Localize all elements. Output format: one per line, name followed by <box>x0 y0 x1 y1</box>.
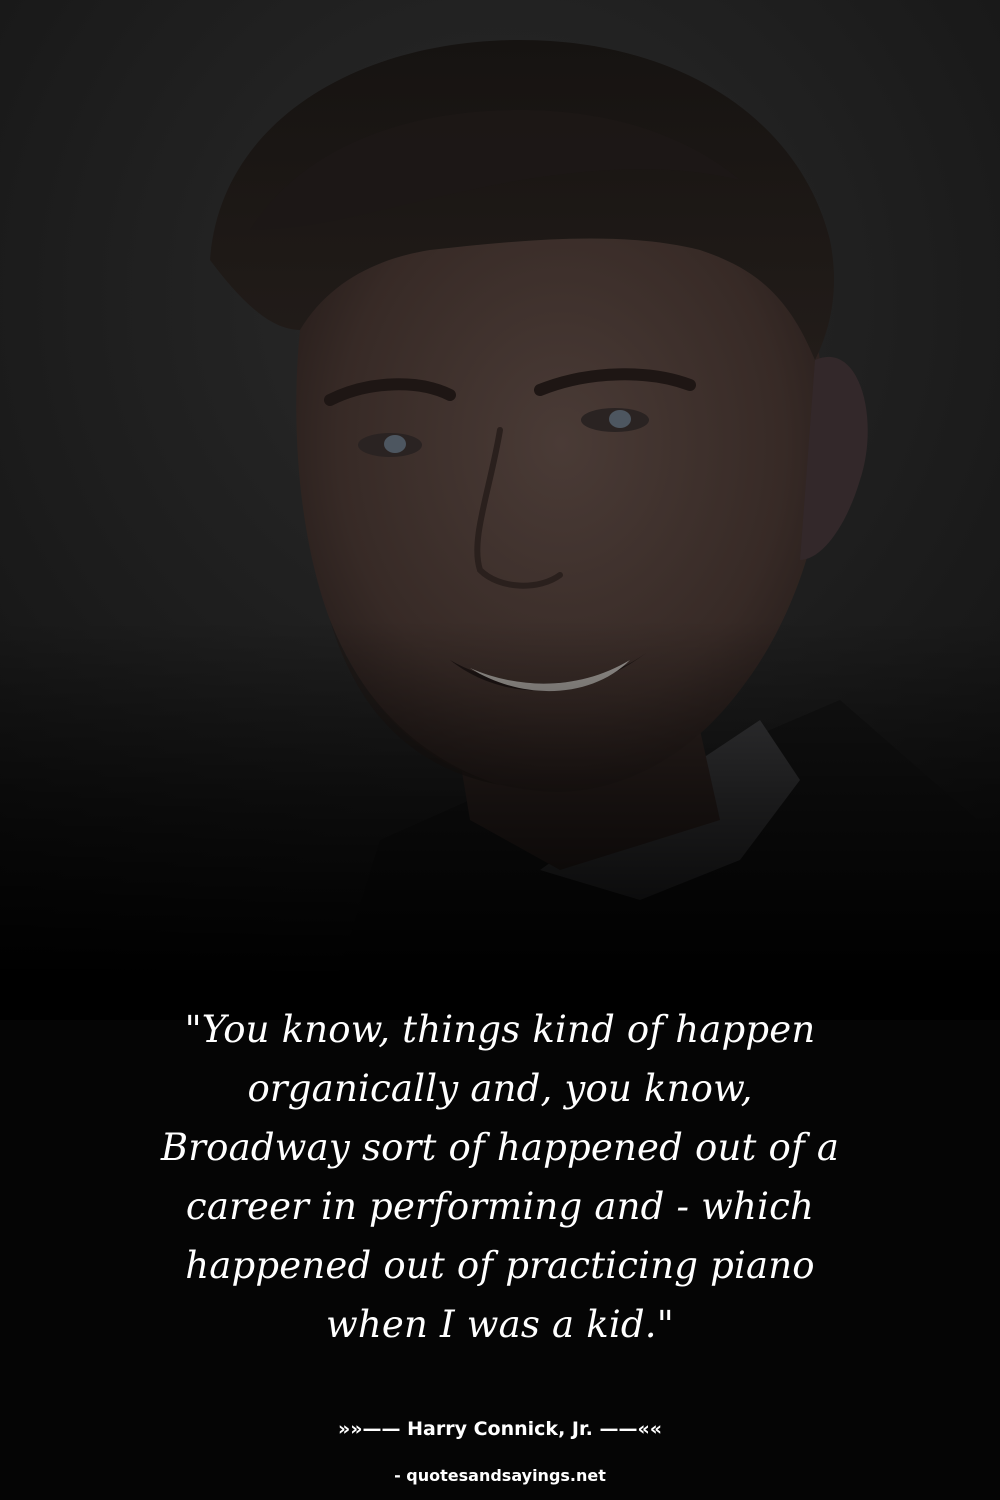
quote-line: organically and, you know, <box>247 1067 753 1110</box>
quote-poster: "You know, things kind of happen organic… <box>0 0 1000 1500</box>
quote-line: career in performing and - which <box>185 1185 815 1228</box>
quote-text: "You know, things kind of happen organic… <box>60 1000 940 1354</box>
fade-overlay <box>0 620 1000 1020</box>
source-watermark: - quotesandsayings.net <box>394 1466 606 1485</box>
quote-line: when I was a kid." <box>326 1303 674 1346</box>
quote-line: Broadway sort of happened out of a <box>160 1126 840 1169</box>
quote-block: "You know, things kind of happen organic… <box>60 1000 940 1354</box>
quote-line: happened out of practicing piano <box>185 1244 815 1287</box>
quote-line: "You know, things kind of happen <box>184 1008 816 1051</box>
author-attribution: »»—— Harry Connick, Jr. ——«« <box>337 1418 663 1440</box>
